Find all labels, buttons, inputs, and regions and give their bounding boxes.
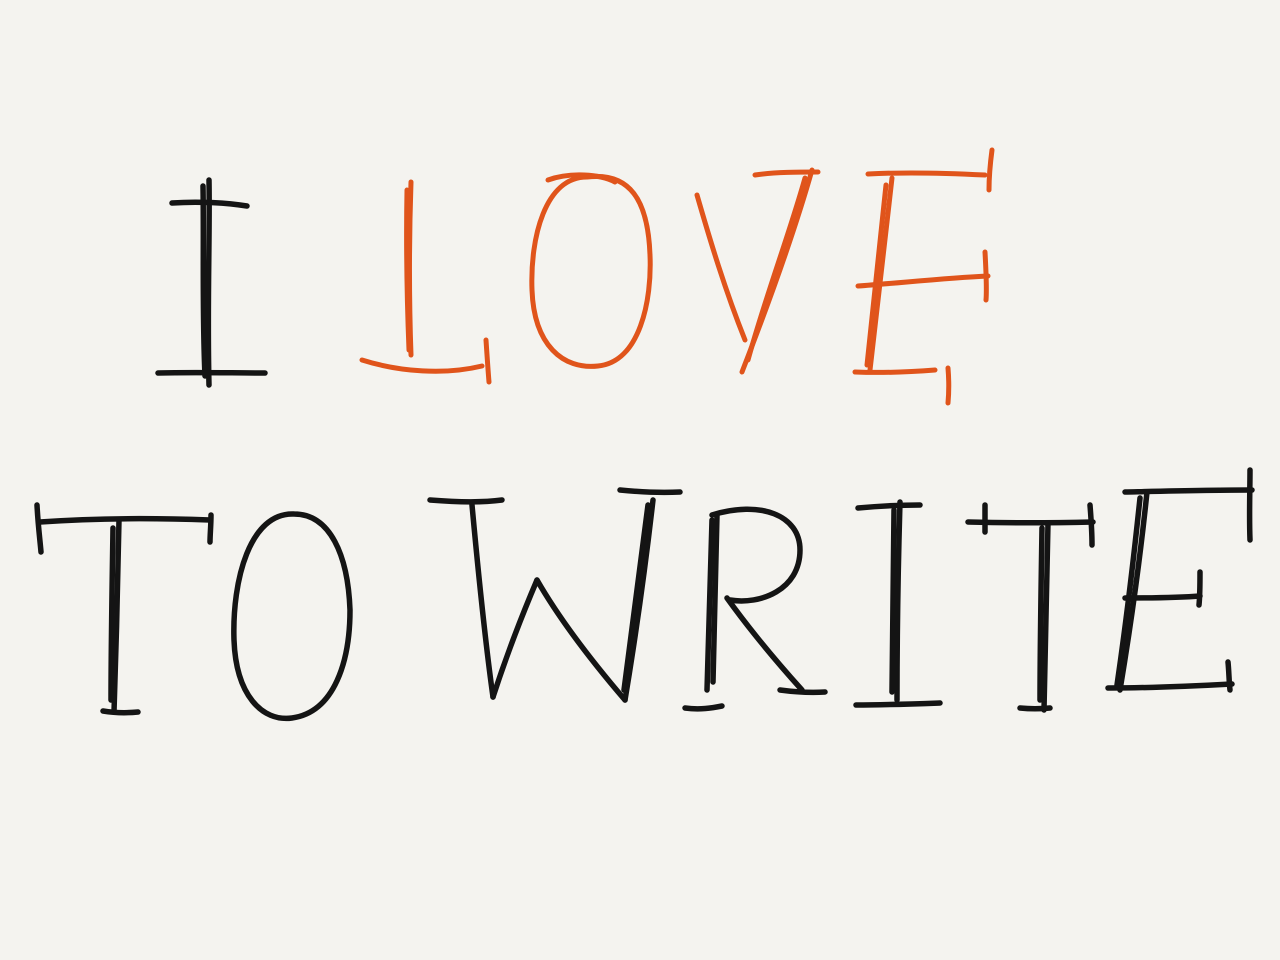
- word-to: [34, 502, 353, 722]
- word-write: [427, 467, 1255, 713]
- word-love: [359, 147, 995, 406]
- word-i: [155, 177, 268, 388]
- handwritten-lettering: [34, 147, 1255, 722]
